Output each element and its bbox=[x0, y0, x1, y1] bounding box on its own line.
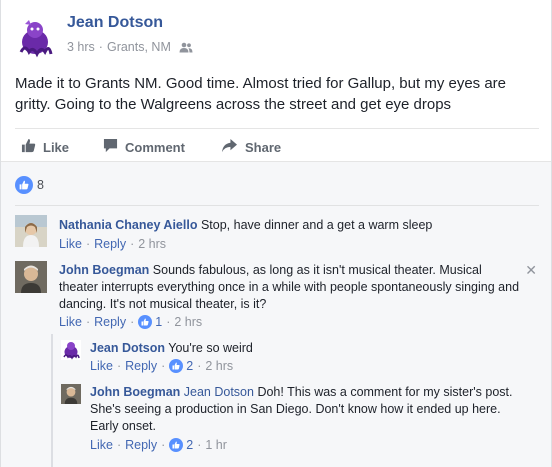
comment-body: Stop, have dinner and a get a warm sleep bbox=[200, 218, 433, 232]
post-card: Jean Dotson 3 hrs · Grants, NM Made it to … bbox=[0, 0, 552, 467]
post-body: Made it to Grants NM. Good time. Almost … bbox=[15, 75, 507, 113]
thumbs-up-icon bbox=[21, 138, 43, 156]
comment-text: John Boegman Sounds fabulous, as long as… bbox=[59, 262, 521, 313]
comment-like-count[interactable]: 1 bbox=[155, 315, 162, 329]
close-icon[interactable]: ✕ bbox=[525, 262, 537, 279]
commenter-name[interactable]: Nathania Chaney Aiello bbox=[59, 218, 197, 232]
reply-thread-line bbox=[51, 334, 53, 467]
like-label: Like bbox=[43, 139, 70, 155]
like-button[interactable]: Like bbox=[21, 138, 69, 156]
comment-text: Nathania Chaney Aiello Stop, have dinner… bbox=[59, 217, 529, 234]
share-label: Share bbox=[245, 139, 282, 155]
comment-actions: Like · Reply · 1 · 2 hrs bbox=[59, 315, 203, 329]
reply-body: You're so weird bbox=[168, 341, 253, 355]
replier-avatar[interactable] bbox=[61, 340, 81, 360]
reply-text: John Boegman Jean Dotson Doh! This was a… bbox=[90, 384, 520, 435]
reply-actions: Like · Reply · 2 · 1 hr bbox=[90, 438, 227, 452]
comments-section: 8 Nathania Chaney Aiello Stop, have dinn… bbox=[1, 161, 551, 467]
reply-text: Jean Dotson You're so weird bbox=[90, 340, 530, 357]
comment-time[interactable]: 2 hrs bbox=[138, 237, 166, 251]
share-button[interactable]: Share bbox=[221, 138, 281, 156]
reply-item: John Boegman Jean Dotson Doh! This was a… bbox=[61, 384, 539, 456]
replier-name[interactable]: John Boegman bbox=[90, 385, 180, 399]
reply-actions: Like · Reply · 2 · 2 hrs bbox=[90, 359, 234, 373]
comment-button[interactable]: Comment bbox=[103, 138, 185, 156]
mentioned-user[interactable]: Jean Dotson bbox=[184, 385, 254, 399]
like-reaction-icon[interactable] bbox=[169, 359, 184, 373]
commenter-avatar[interactable] bbox=[15, 215, 47, 247]
comment-label: Comment bbox=[125, 139, 185, 155]
comment-like-link[interactable]: Like bbox=[59, 237, 82, 251]
commenter-avatar[interactable] bbox=[15, 261, 47, 293]
comment-actions: Like · Reply · 2 hrs bbox=[59, 237, 167, 251]
post-time[interactable]: 3 hrs bbox=[67, 40, 95, 54]
reactions-summary[interactable]: 8 bbox=[15, 176, 44, 194]
reply-item: Jean Dotson You're so weird Like · Reply ·… bbox=[61, 340, 539, 376]
like-reaction-icon[interactable] bbox=[169, 438, 184, 452]
reply-time[interactable]: 2 hrs bbox=[205, 359, 233, 373]
comment-like-link[interactable]: Like bbox=[59, 315, 82, 329]
friends-icon[interactable] bbox=[179, 42, 193, 56]
reply-time[interactable]: 1 hr bbox=[205, 438, 227, 452]
share-arrow-icon bbox=[221, 138, 245, 156]
reaction-count: 8 bbox=[37, 178, 44, 192]
replier-name[interactable]: Jean Dotson bbox=[90, 341, 165, 355]
author-avatar[interactable] bbox=[15, 18, 55, 58]
comment-item: John Boegman Sounds fabulous, as long as… bbox=[15, 261, 539, 333]
reply-like-count[interactable]: 2 bbox=[186, 359, 193, 373]
post-meta: 3 hrs · Grants, NM bbox=[67, 40, 193, 56]
comment-icon bbox=[103, 138, 125, 156]
reply-like-count[interactable]: 2 bbox=[186, 438, 193, 452]
post-location[interactable]: Grants, NM bbox=[107, 40, 171, 54]
comment-reply-link[interactable]: Reply bbox=[94, 237, 126, 251]
post-actions-bar: Like Comment Share bbox=[15, 128, 539, 161]
post-author-name[interactable]: Jean Dotson bbox=[67, 14, 163, 32]
like-reaction-icon bbox=[15, 176, 33, 194]
divider bbox=[15, 205, 539, 206]
reply-like-link[interactable]: Like bbox=[90, 438, 113, 452]
like-reaction-icon[interactable] bbox=[138, 315, 153, 329]
reply-like-link[interactable]: Like bbox=[90, 359, 113, 373]
comment-item: Nathania Chaney Aiello Stop, have dinner… bbox=[15, 215, 539, 255]
reply-reply-link[interactable]: Reply bbox=[125, 359, 157, 373]
commenter-name[interactable]: John Boegman bbox=[59, 263, 149, 277]
comment-reply-link[interactable]: Reply bbox=[94, 315, 126, 329]
replier-avatar[interactable] bbox=[61, 384, 81, 404]
comment-time[interactable]: 2 hrs bbox=[174, 315, 202, 329]
reply-reply-link[interactable]: Reply bbox=[125, 438, 157, 452]
